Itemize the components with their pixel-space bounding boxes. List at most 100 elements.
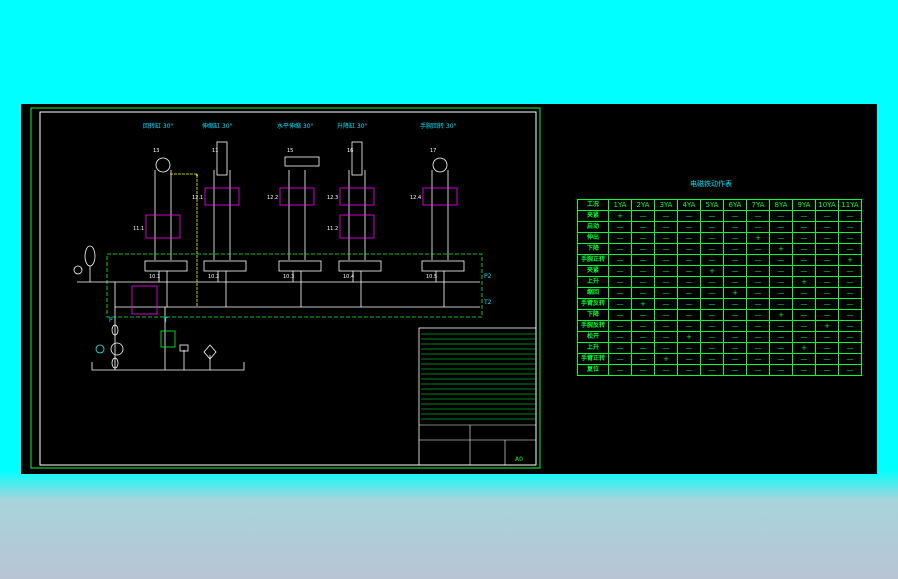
table-cell: —: [769, 353, 793, 365]
actuator-label: 伸缩缸 30°: [202, 122, 233, 130]
table-cell: —: [608, 320, 632, 332]
table-cell: —: [746, 254, 770, 266]
table-cell: —: [838, 265, 862, 277]
row-label: 手臂反转: [577, 298, 609, 310]
hydraulic-lock: [279, 187, 315, 206]
table-cell: —: [723, 232, 747, 244]
table-cell: —: [746, 298, 770, 310]
table-cell: —: [746, 287, 770, 299]
table-cell: —: [608, 243, 632, 255]
table-cell: —: [677, 243, 701, 255]
table-cell: —: [700, 364, 724, 376]
row-label: 手臂正转: [577, 353, 609, 365]
motor-icon: [95, 344, 105, 354]
table-cell: —: [792, 309, 816, 321]
table-cell: —: [746, 243, 770, 255]
row-label: 复位: [577, 364, 609, 376]
table-cell: —: [746, 210, 770, 222]
title-block: [418, 327, 537, 466]
table-cell: —: [838, 364, 862, 376]
table-cell: —: [654, 298, 678, 310]
table-cell: —: [677, 320, 701, 332]
table-cell: —: [677, 364, 701, 376]
table-header: 9YA: [792, 199, 816, 211]
table-cell: +: [723, 287, 747, 299]
table-cell: —: [631, 232, 655, 244]
table-cell: —: [792, 254, 816, 266]
table-cell: —: [677, 309, 701, 321]
table-cell: —: [769, 342, 793, 354]
table-cell: —: [654, 309, 678, 321]
table-cell: —: [677, 353, 701, 365]
table-cell: —: [654, 254, 678, 266]
table-cell: —: [815, 276, 839, 288]
valve-id: 10.1: [149, 274, 160, 280]
table-row: 伸出 — — — — — — + — — — —: [577, 232, 862, 244]
port-p2: P2: [484, 273, 492, 280]
table-cell: —: [723, 265, 747, 277]
table-cell: —: [723, 243, 747, 255]
directional-valve[interactable]: [144, 260, 188, 272]
table-cell: —: [769, 320, 793, 332]
table-cell: —: [654, 364, 678, 376]
table-cell: —: [815, 353, 839, 365]
table-cell: —: [746, 320, 770, 332]
actuator-id: 17: [430, 148, 436, 154]
table-cell: —: [608, 331, 632, 343]
balance-valve: [339, 214, 375, 239]
table-cell: —: [723, 221, 747, 233]
table-cell: —: [631, 287, 655, 299]
table-header: 1YA: [608, 199, 632, 211]
table-cell: —: [746, 331, 770, 343]
actuator-label: 回转缸 30°: [143, 122, 174, 130]
table-row: 夹紧 + — — — — — — — — — —: [577, 210, 862, 222]
lock-id: 12.4: [410, 195, 421, 201]
table-cell: —: [700, 210, 724, 222]
table-cell: —: [815, 287, 839, 299]
table-header: 6YA: [723, 199, 747, 211]
table-cell: —: [792, 232, 816, 244]
table-header: 5YA: [700, 199, 724, 211]
rotary-actuator: [155, 157, 171, 173]
pressure-gauge-icon: [73, 265, 83, 275]
pump-icon: [110, 342, 124, 356]
directional-valve[interactable]: [421, 260, 465, 272]
vertical-cylinder: [216, 141, 228, 176]
table-cell: —: [654, 331, 678, 343]
table-cell: —: [677, 254, 701, 266]
directional-valve[interactable]: [278, 260, 322, 272]
vertical-cylinder: [351, 141, 363, 176]
table-cell: —: [815, 265, 839, 277]
directional-valve[interactable]: [203, 260, 247, 272]
table-cell: —: [608, 364, 632, 376]
row-label: 启动: [577, 221, 609, 233]
table-cell: —: [608, 298, 632, 310]
table-cell: —: [677, 342, 701, 354]
table-cell: —: [746, 265, 770, 277]
table-cell: —: [631, 331, 655, 343]
actuator-id: 16: [347, 148, 353, 154]
table-cell: —: [838, 298, 862, 310]
table-cell: —: [608, 265, 632, 277]
table-cell: —: [700, 320, 724, 332]
table-header: 11YA: [838, 199, 862, 211]
table-cell: —: [608, 221, 632, 233]
table-cell: —: [608, 342, 632, 354]
lock-id: 12.2: [267, 195, 278, 201]
actuator-id: 11: [212, 148, 218, 154]
table-cell: —: [700, 243, 724, 255]
row-label: 下降: [577, 243, 609, 255]
table-cell: —: [654, 265, 678, 277]
actuators: 回转缸 30° 13 11.1 10.1 伸缩缸 30° 11 12.1 10.2 水平伸缩 3…: [133, 122, 465, 307]
table-cell: —: [654, 210, 678, 222]
sheet-size: A0: [515, 456, 523, 463]
table-row: 手腕正转 — — — — — — — — — — +: [577, 254, 862, 266]
table-cell: —: [631, 210, 655, 222]
directional-valve[interactable]: [338, 260, 382, 272]
table-row: 下降 — — — — — — — + — — —: [577, 309, 862, 321]
table-cell: —: [608, 287, 632, 299]
table-cell: —: [838, 221, 862, 233]
table-cell: —: [654, 342, 678, 354]
relief-valve: [131, 285, 158, 315]
pilot-line: [170, 173, 198, 307]
